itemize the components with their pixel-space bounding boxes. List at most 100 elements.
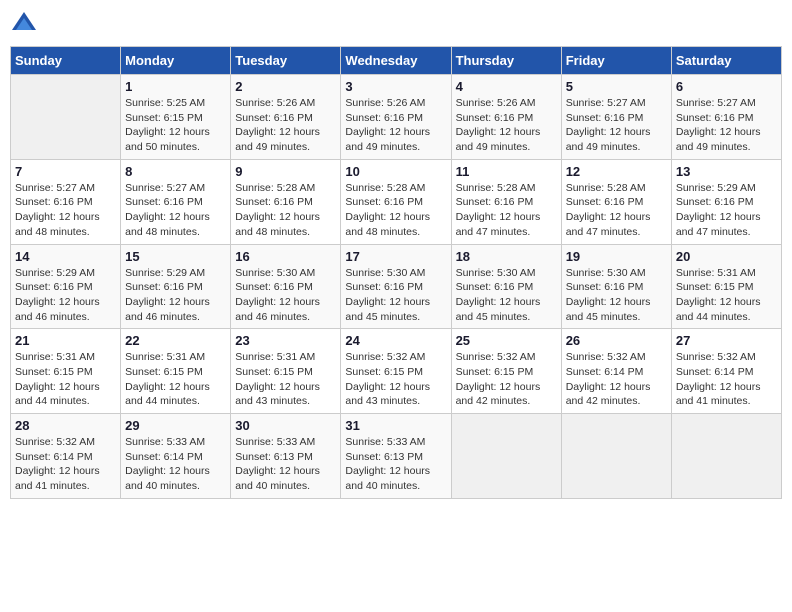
calendar-cell: 28 Sunrise: 5:32 AM Sunset: 6:14 PM Dayli…: [11, 414, 121, 499]
day-number: 27: [676, 333, 777, 348]
calendar-cell: [561, 414, 671, 499]
day-detail: Sunrise: 5:27 AM Sunset: 6:16 PM Dayligh…: [676, 96, 777, 155]
header-sunday: Sunday: [11, 47, 121, 75]
calendar-cell: 9 Sunrise: 5:28 AM Sunset: 6:16 PM Daylig…: [231, 159, 341, 244]
calendar-cell: 10 Sunrise: 5:28 AM Sunset: 6:16 PM Dayli…: [341, 159, 451, 244]
calendar-cell: 2 Sunrise: 5:26 AM Sunset: 6:16 PM Daylig…: [231, 75, 341, 160]
day-detail: Sunrise: 5:26 AM Sunset: 6:16 PM Dayligh…: [345, 96, 446, 155]
week-row-4: 28 Sunrise: 5:32 AM Sunset: 6:14 PM Dayli…: [11, 414, 782, 499]
calendar-cell: 7 Sunrise: 5:27 AM Sunset: 6:16 PM Daylig…: [11, 159, 121, 244]
day-detail: Sunrise: 5:33 AM Sunset: 6:14 PM Dayligh…: [125, 435, 226, 494]
calendar-header-row: SundayMondayTuesdayWednesdayThursdayFrid…: [11, 47, 782, 75]
header-friday: Friday: [561, 47, 671, 75]
calendar-cell: 20Sunrise: 5:31 AM Sunset: 6:15 PM Dayli…: [671, 244, 781, 329]
calendar-cell: 30Sunrise: 5:33 AM Sunset: 6:13 PM Dayli…: [231, 414, 341, 499]
calendar-cell: 6 Sunrise: 5:27 AM Sunset: 6:16 PM Daylig…: [671, 75, 781, 160]
logo: [10, 10, 42, 38]
calendar-cell: 16 Sunrise: 5:30 AM Sunset: 6:16 PM Dayli…: [231, 244, 341, 329]
day-number: 15: [125, 249, 226, 264]
day-detail: Sunrise: 5:27 AM Sunset: 6:16 PM Dayligh…: [15, 181, 116, 240]
day-detail: Sunrise: 5:31 AM Sunset: 6:15 PM Dayligh…: [676, 266, 777, 325]
day-detail: Sunrise: 5:26 AM Sunset: 6:16 PM Dayligh…: [456, 96, 557, 155]
calendar-cell: 24 Sunrise: 5:32 AM Sunset: 6:15 PM Dayli…: [341, 329, 451, 414]
day-detail: Sunrise: 5:26 AM Sunset: 6:16 PM Dayligh…: [235, 96, 336, 155]
day-number: 30: [235, 418, 336, 433]
day-detail: Sunrise: 5:29 AM Sunset: 6:16 PM Dayligh…: [125, 266, 226, 325]
day-number: 4: [456, 79, 557, 94]
calendar-cell: 13 Sunrise: 5:29 AM Sunset: 6:16 PM Dayli…: [671, 159, 781, 244]
day-number: 12: [566, 164, 667, 179]
day-number: 1: [125, 79, 226, 94]
day-number: 8: [125, 164, 226, 179]
day-detail: Sunrise: 5:32 AM Sunset: 6:14 PM Dayligh…: [676, 350, 777, 409]
calendar-cell: 23 Sunrise: 5:31 AM Sunset: 6:15 PM Dayli…: [231, 329, 341, 414]
day-number: 7: [15, 164, 116, 179]
day-detail: Sunrise: 5:29 AM Sunset: 6:16 PM Dayligh…: [15, 266, 116, 325]
calendar-cell: 3Sunrise: 5:26 AM Sunset: 6:16 PM Daylig…: [341, 75, 451, 160]
day-number: 23: [235, 333, 336, 348]
calendar-cell: 12 Sunrise: 5:28 AM Sunset: 6:16 PM Dayli…: [561, 159, 671, 244]
day-number: 5: [566, 79, 667, 94]
day-number: 19: [566, 249, 667, 264]
day-detail: Sunrise: 5:31 AM Sunset: 6:15 PM Dayligh…: [235, 350, 336, 409]
day-detail: Sunrise: 5:31 AM Sunset: 6:15 PM Dayligh…: [15, 350, 116, 409]
day-detail: Sunrise: 5:32 AM Sunset: 6:15 PM Dayligh…: [456, 350, 557, 409]
header-saturday: Saturday: [671, 47, 781, 75]
calendar-cell: 18 Sunrise: 5:30 AM Sunset: 6:16 PM Dayli…: [451, 244, 561, 329]
calendar-cell: 11 Sunrise: 5:28 AM Sunset: 6:16 PM Dayli…: [451, 159, 561, 244]
calendar-cell: 15 Sunrise: 5:29 AM Sunset: 6:16 PM Dayli…: [121, 244, 231, 329]
day-number: 31: [345, 418, 446, 433]
logo-icon: [10, 10, 38, 38]
header-tuesday: Tuesday: [231, 47, 341, 75]
calendar-cell: 26Sunrise: 5:32 AM Sunset: 6:14 PM Dayli…: [561, 329, 671, 414]
day-number: 9: [235, 164, 336, 179]
day-number: 26: [566, 333, 667, 348]
calendar-cell: 8 Sunrise: 5:27 AM Sunset: 6:16 PM Daylig…: [121, 159, 231, 244]
page-header: [10, 10, 782, 38]
calendar-cell: 19 Sunrise: 5:30 AM Sunset: 6:16 PM Dayli…: [561, 244, 671, 329]
day-number: 24: [345, 333, 446, 348]
day-number: 18: [456, 249, 557, 264]
day-detail: Sunrise: 5:27 AM Sunset: 6:16 PM Dayligh…: [566, 96, 667, 155]
day-number: 14: [15, 249, 116, 264]
day-detail: Sunrise: 5:28 AM Sunset: 6:16 PM Dayligh…: [345, 181, 446, 240]
day-detail: Sunrise: 5:33 AM Sunset: 6:13 PM Dayligh…: [345, 435, 446, 494]
day-detail: Sunrise: 5:25 AM Sunset: 6:15 PM Dayligh…: [125, 96, 226, 155]
day-number: 22: [125, 333, 226, 348]
day-detail: Sunrise: 5:30 AM Sunset: 6:16 PM Dayligh…: [456, 266, 557, 325]
header-thursday: Thursday: [451, 47, 561, 75]
calendar-cell: 22 Sunrise: 5:31 AM Sunset: 6:15 PM Dayli…: [121, 329, 231, 414]
day-number: 6: [676, 79, 777, 94]
day-number: 16: [235, 249, 336, 264]
day-detail: Sunrise: 5:31 AM Sunset: 6:15 PM Dayligh…: [125, 350, 226, 409]
day-number: 28: [15, 418, 116, 433]
week-row-2: 14 Sunrise: 5:29 AM Sunset: 6:16 PM Dayli…: [11, 244, 782, 329]
day-number: 21: [15, 333, 116, 348]
day-number: 17: [345, 249, 446, 264]
header-wednesday: Wednesday: [341, 47, 451, 75]
day-number: 29: [125, 418, 226, 433]
calendar-cell: 1 Sunrise: 5:25 AM Sunset: 6:15 PM Daylig…: [121, 75, 231, 160]
day-detail: Sunrise: 5:28 AM Sunset: 6:16 PM Dayligh…: [456, 181, 557, 240]
day-detail: Sunrise: 5:29 AM Sunset: 6:16 PM Dayligh…: [676, 181, 777, 240]
day-number: 10: [345, 164, 446, 179]
calendar-cell: 29 Sunrise: 5:33 AM Sunset: 6:14 PM Dayli…: [121, 414, 231, 499]
calendar-cell: [11, 75, 121, 160]
day-detail: Sunrise: 5:27 AM Sunset: 6:16 PM Dayligh…: [125, 181, 226, 240]
calendar-cell: [451, 414, 561, 499]
day-detail: Sunrise: 5:30 AM Sunset: 6:16 PM Dayligh…: [235, 266, 336, 325]
day-detail: Sunrise: 5:28 AM Sunset: 6:16 PM Dayligh…: [566, 181, 667, 240]
week-row-3: 21 Sunrise: 5:31 AM Sunset: 6:15 PM Dayli…: [11, 329, 782, 414]
day-number: 11: [456, 164, 557, 179]
day-detail: Sunrise: 5:32 AM Sunset: 6:15 PM Dayligh…: [345, 350, 446, 409]
week-row-0: 1 Sunrise: 5:25 AM Sunset: 6:15 PM Daylig…: [11, 75, 782, 160]
day-number: 13: [676, 164, 777, 179]
day-number: 2: [235, 79, 336, 94]
calendar-cell: 17Sunrise: 5:30 AM Sunset: 6:16 PM Dayli…: [341, 244, 451, 329]
calendar-cell: 25Sunrise: 5:32 AM Sunset: 6:15 PM Dayli…: [451, 329, 561, 414]
day-detail: Sunrise: 5:30 AM Sunset: 6:16 PM Dayligh…: [566, 266, 667, 325]
calendar-cell: 5 Sunrise: 5:27 AM Sunset: 6:16 PM Daylig…: [561, 75, 671, 160]
calendar-cell: 4 Sunrise: 5:26 AM Sunset: 6:16 PM Daylig…: [451, 75, 561, 160]
day-detail: Sunrise: 5:32 AM Sunset: 6:14 PM Dayligh…: [15, 435, 116, 494]
day-detail: Sunrise: 5:28 AM Sunset: 6:16 PM Dayligh…: [235, 181, 336, 240]
